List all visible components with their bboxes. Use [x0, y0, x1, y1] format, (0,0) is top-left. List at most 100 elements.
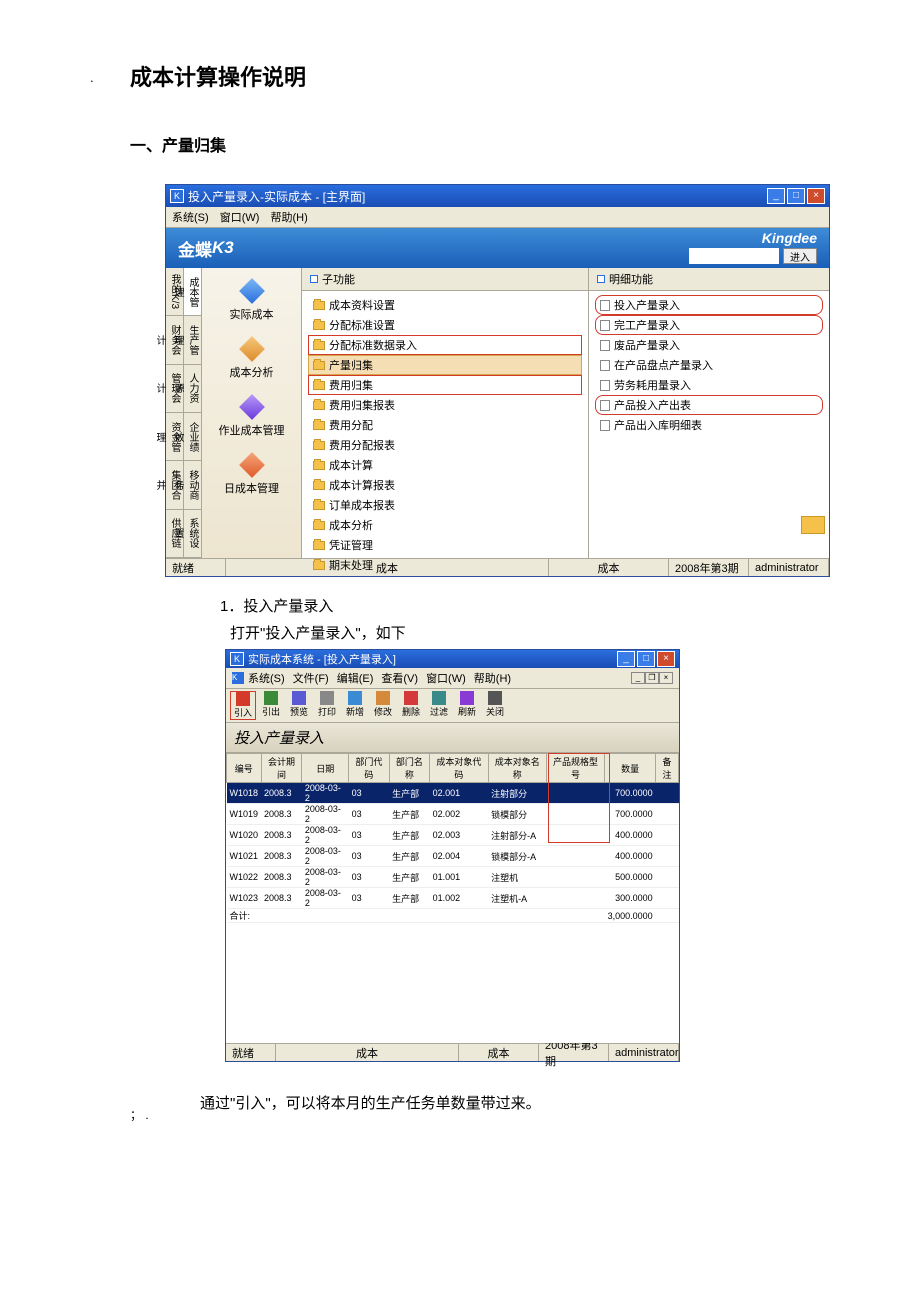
grid-row[interactable]: W10202008.32008-03-203生产部02.003注射部分-A400…: [227, 825, 679, 846]
minimize-button[interactable]: _: [767, 188, 785, 204]
detail-item[interactable]: 产品投入产出表: [595, 395, 823, 415]
data-grid[interactable]: 编号会计期间日期部门代码部门名称成本对象代码成本对象名称产品规格型号数量备注 W…: [226, 753, 679, 923]
vertical-tab[interactable]: 企业绩效: [184, 413, 201, 461]
tree-item[interactable]: 成本分析: [308, 515, 582, 535]
tree-item[interactable]: 凭证管理: [308, 535, 582, 555]
close-button[interactable]: ×: [657, 651, 675, 667]
toolbar-button-引出[interactable]: 引出: [258, 691, 284, 720]
column-header[interactable]: 产品规格型号: [546, 754, 604, 783]
maximize-button[interactable]: □: [787, 188, 805, 204]
toolbar-button-预览[interactable]: 预览: [286, 691, 312, 720]
subfunction-tree: 成本资料设置分配标准设置分配标准数据录入产量归集费用归集费用归集报表费用分配费用…: [302, 291, 588, 579]
detail-item[interactable]: 产品出入库明细表: [595, 415, 823, 435]
doc-title: 成本计算操作说明: [130, 60, 790, 92]
menu-system[interactable]: 系统(S): [172, 212, 209, 224]
column-header[interactable]: 部门名称: [389, 754, 430, 783]
tree-item[interactable]: 分配标准设置: [308, 315, 582, 335]
banner: 金蝶 K3 Kingdee 进入: [166, 228, 829, 268]
detail-item[interactable]: 投入产量录入: [595, 295, 823, 315]
detail-item[interactable]: 在产品盘点产量录入: [595, 355, 823, 375]
vertical-tab[interactable]: 成本管理: [184, 268, 201, 316]
grid-row[interactable]: W10222008.32008-03-203生产部01.001注塑机500.00…: [227, 867, 679, 888]
page-dot: .: [90, 70, 94, 85]
detail-item-label: 劳务耗用量录入: [614, 377, 691, 393]
logo-k3: K3: [212, 238, 234, 258]
detail-item[interactable]: 完工产量录入: [595, 315, 823, 335]
tree-item[interactable]: 费用分配报表: [308, 435, 582, 455]
toolbar-icon: [264, 691, 278, 705]
menu-window[interactable]: 窗口(W): [220, 212, 260, 224]
document-icon: [600, 340, 610, 351]
folder-icon: [313, 401, 325, 410]
search-input[interactable]: [689, 248, 779, 264]
column-header[interactable]: 数量: [605, 754, 656, 783]
document-icon: [600, 360, 610, 371]
tree-item[interactable]: 分配标准数据录入: [308, 335, 582, 355]
menu-bar: K 系统(S) 文件(F) 编辑(E) 查看(V) 窗口(W) 帮助(H) _ …: [226, 668, 679, 689]
main-body: 我的K/3财务会计管理会计资金管理集团合并供应链 成本管理生产管理人力资源企业绩…: [166, 268, 829, 558]
toolbar-button-打印[interactable]: 打印: [314, 691, 340, 720]
minimize-button[interactable]: _: [617, 651, 635, 667]
folder-shortcut-icon[interactable]: [801, 516, 825, 534]
grid-row[interactable]: W10192008.32008-03-203生产部02.002锁模部分700.0…: [227, 804, 679, 825]
toolbar-label: 打印: [318, 705, 336, 718]
column-header[interactable]: 备注: [656, 754, 679, 783]
menu-help[interactable]: 帮助(H): [474, 670, 511, 686]
nav-item[interactable]: 实际成本: [202, 274, 301, 332]
nav-item[interactable]: 日成本管理: [202, 448, 301, 506]
grid-row[interactable]: W10182008.32008-03-203生产部02.001注射部分700.0…: [227, 783, 679, 804]
column-header[interactable]: 日期: [302, 754, 349, 783]
toolbar-icon: [292, 691, 306, 705]
tree-item[interactable]: 成本资料设置: [308, 295, 582, 315]
close-button[interactable]: ×: [807, 188, 825, 204]
column-header[interactable]: 会计期间: [261, 754, 302, 783]
toolbar-button-刷新[interactable]: 刷新: [454, 691, 480, 720]
column-header[interactable]: 成本对象名称: [488, 754, 546, 783]
menu-system[interactable]: 系统(S): [248, 670, 285, 686]
column-header[interactable]: 部门代码: [349, 754, 390, 783]
tree-item[interactable]: 产量归集: [308, 355, 582, 375]
toolbar-button-引入[interactable]: 引入: [230, 691, 256, 720]
toolbar-button-过滤[interactable]: 过滤: [426, 691, 452, 720]
menu-view[interactable]: 查看(V): [381, 670, 418, 686]
tree-item[interactable]: 费用分配: [308, 415, 582, 435]
nav-item[interactable]: 成本分析: [202, 332, 301, 390]
tree-label: 凭证管理: [329, 537, 373, 553]
toolbar-icon: [460, 691, 474, 705]
mdi-close[interactable]: ×: [659, 672, 673, 684]
document-icon: [600, 320, 610, 331]
detail-item[interactable]: 劳务耗用量录入: [595, 375, 823, 395]
tree-item[interactable]: 费用归集报表: [308, 395, 582, 415]
toolbar-button-删除[interactable]: 删除: [398, 691, 424, 720]
vertical-tab[interactable]: 人力资源: [184, 365, 201, 413]
mdi-minimize[interactable]: _: [631, 672, 645, 684]
menu-edit[interactable]: 编辑(E): [337, 670, 374, 686]
toolbar-button-关闭[interactable]: 关闭: [482, 691, 508, 720]
folder-icon: [313, 301, 325, 310]
menu-window[interactable]: 窗口(W): [426, 670, 466, 686]
nav-item[interactable]: 作业成本管理: [202, 390, 301, 448]
folder-icon: [313, 541, 325, 550]
vertical-tab[interactable]: 移动商务: [184, 461, 201, 509]
toolbar-label: 刷新: [458, 705, 476, 718]
enter-button[interactable]: 进入: [783, 248, 817, 264]
vertical-tab[interactable]: 生产管理: [184, 316, 201, 364]
grid-row[interactable]: W10232008.32008-03-203生产部01.002注塑机-A300.…: [227, 888, 679, 909]
module-icon: [239, 336, 265, 362]
toolbar-button-修改[interactable]: 修改: [370, 691, 396, 720]
tree-item[interactable]: 订单成本报表: [308, 495, 582, 515]
detail-item[interactable]: 废品产量录入: [595, 335, 823, 355]
grid-row[interactable]: W10212008.32008-03-203生产部02.004锁模部分-A400…: [227, 846, 679, 867]
menu-file[interactable]: 文件(F): [293, 670, 329, 686]
column-header[interactable]: 成本对象代码: [430, 754, 489, 783]
tree-item[interactable]: 成本计算报表: [308, 475, 582, 495]
column-header[interactable]: 编号: [227, 754, 262, 783]
mdi-restore[interactable]: ❐: [645, 672, 659, 684]
maximize-button[interactable]: □: [637, 651, 655, 667]
vertical-tab[interactable]: 系统设置: [184, 510, 201, 558]
tree-item[interactable]: 费用归集: [308, 375, 582, 395]
status-bar: 就绪 成本 成本 2008年第3期 administrator: [166, 558, 829, 576]
toolbar-button-新增[interactable]: 新增: [342, 691, 368, 720]
menu-help[interactable]: 帮助(H): [271, 212, 308, 224]
tree-item[interactable]: 成本计算: [308, 455, 582, 475]
